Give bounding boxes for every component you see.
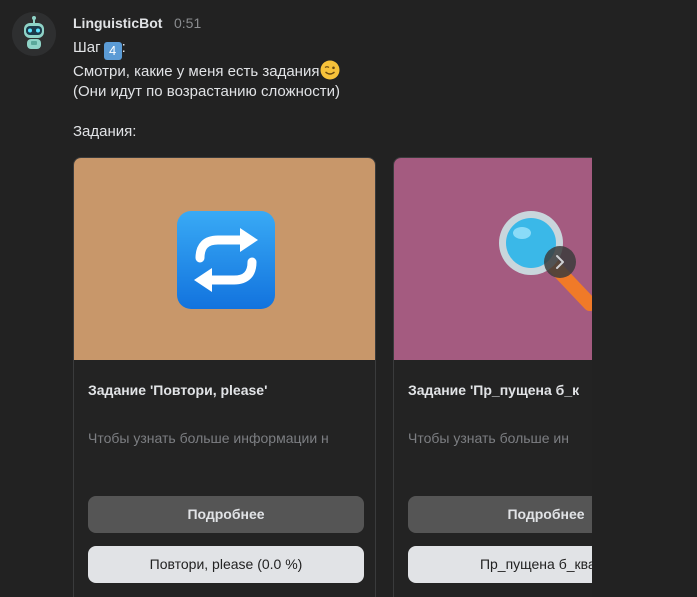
task-title: Задание 'Повтори, please': [88, 382, 268, 398]
task-card: Задание 'Повтори, please' Чтобы узнать б…: [73, 157, 376, 597]
tasks-carousel: Задание 'Повтори, please' Чтобы узнать б…: [73, 157, 592, 597]
message-line-2: Смотри, какие у меня есть задания: [73, 60, 340, 82]
message-time: 0:51: [174, 15, 202, 31]
chevron-right-icon: [556, 255, 564, 269]
step-suffix: :: [121, 39, 126, 56]
step-prefix: Шаг: [73, 39, 101, 56]
task-description: Чтобы узнать больше ин: [408, 430, 569, 446]
message-author[interactable]: LinguisticBot: [73, 15, 162, 31]
task-description: Чтобы узнать больше информации н: [88, 430, 329, 446]
message-step-line: Шаг 4:: [73, 38, 126, 60]
start-task-button[interactable]: Пр_пущена б_ква (3: [408, 546, 592, 583]
details-button[interactable]: Подробнее: [88, 496, 364, 533]
carousel-next-button[interactable]: [544, 246, 576, 278]
task-card-image[interactable]: [74, 158, 375, 360]
details-button[interactable]: Подробнее: [408, 496, 592, 533]
message-line-3: (Они идут по возрастанию сложности): [73, 83, 340, 100]
message-text: Смотри, какие у меня есть задания: [73, 63, 320, 80]
chat-message: LinguisticBot 0:51 Шаг 4: Смотри, какие у…: [0, 0, 697, 597]
task-card: Задание 'Пр_пущена б_к Чтобы узнать боль…: [393, 157, 592, 597]
task-title: Задание 'Пр_пущена б_к: [408, 382, 580, 398]
start-task-button[interactable]: Повтори, please (0.0 %): [88, 546, 364, 583]
tasks-label: Задания:: [73, 123, 137, 140]
robot-icon: [12, 12, 56, 56]
keycap-number-icon: 4: [103, 42, 122, 60]
winking-face-icon: [320, 60, 340, 80]
bot-avatar[interactable]: [12, 12, 56, 56]
repeat-arrows-icon: [177, 211, 275, 309]
